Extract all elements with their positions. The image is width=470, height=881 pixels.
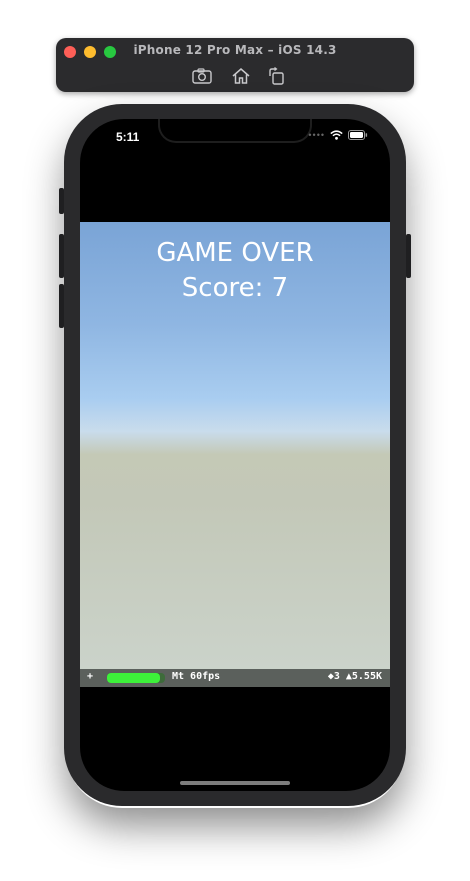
device-screen: 5:11 •••• GAME OVER Score: 7 + Mt 60fps …	[80, 119, 390, 791]
home-button[interactable]	[230, 66, 252, 86]
stats-bar: + Mt 60fps ◆3 ▲5.55K	[80, 669, 390, 687]
battery-icon	[348, 130, 368, 140]
screenshot-icon	[192, 68, 212, 84]
home-indicator[interactable]	[180, 781, 290, 785]
score-text: Score: 7	[181, 273, 289, 303]
fps-meter	[107, 673, 165, 683]
window-title: iPhone 12 Pro Max – iOS 14.3	[133, 43, 337, 57]
cellular-dots-icon: ••••	[308, 130, 325, 140]
game-over-title: GAME OVER	[156, 238, 314, 268]
rotate-icon	[269, 67, 284, 85]
fps-readout: Mt 60fps	[172, 671, 221, 682]
status-icons: ••••	[308, 130, 368, 140]
simulator-stage: iPhone 12 Pro Max – iOS 14.3 5:11 •••• G…	[0, 0, 470, 881]
rotate-button[interactable]	[266, 66, 288, 86]
power-button	[406, 234, 411, 278]
notch	[158, 119, 312, 143]
fps-meter-fill	[107, 673, 161, 683]
volume-down-button	[59, 284, 64, 328]
wifi-icon	[330, 130, 343, 140]
stats-expand-button[interactable]: +	[87, 671, 93, 682]
draw-stats: ◆3 ▲5.55K	[327, 671, 382, 682]
simulator-title-bar: iPhone 12 Pro Max – iOS 14.3	[56, 38, 414, 92]
screenshot-button[interactable]	[191, 66, 213, 86]
status-time: 5:11	[116, 130, 140, 144]
game-view[interactable]: GAME OVER Score: 7 + Mt 60fps ◆3 ▲5.55K	[80, 222, 390, 687]
volume-up-button	[59, 234, 64, 278]
mute-switch	[59, 188, 64, 214]
home-icon	[232, 68, 250, 84]
